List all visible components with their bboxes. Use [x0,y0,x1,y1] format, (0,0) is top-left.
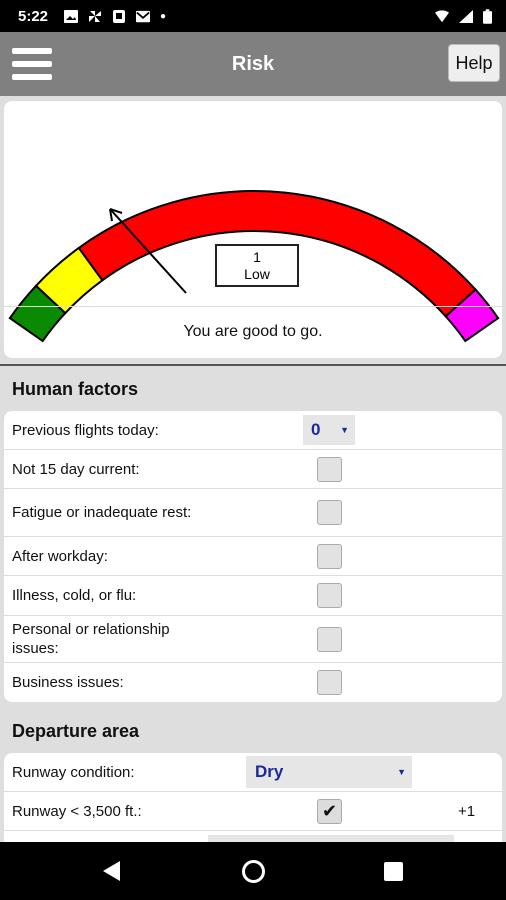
status-time: 5:22 [18,7,49,25]
illness-checkbox[interactable] [317,583,342,608]
row-runway-length: Runway < 3,500 ft.: ✔ +1 [4,792,502,831]
checkmark-icon: ✔ [321,800,338,821]
row-label: Personal or relationship issues: [12,621,170,657]
row-personal-issues: Personal or relationship issues: [4,616,502,663]
row-label: Runway condition: [12,763,135,781]
image-notification-icon [64,9,79,23]
app-bar: Risk Help [0,32,506,96]
row-label: Not 15 day current: [12,460,140,478]
risk-message: You are good to go. [183,323,323,340]
section-header-human-factors: Human factors [12,379,139,399]
help-button[interactable]: Help [448,44,500,82]
section-separator [0,364,506,366]
personal-issues-checkbox[interactable] [317,626,342,652]
page-title: Risk [231,52,275,75]
departure-area-card: Runway condition: Dry ▼ Runway < 3,500 f… [4,753,502,848]
risk-level-number: 1 [253,249,261,265]
risk-level-box: 1 Low [215,244,299,287]
divider [4,306,502,307]
home-icon[interactable] [242,860,265,883]
risk-points: +1 [458,802,476,820]
status-bar: 5:22 ● [0,0,506,32]
dropdown-arrow-icon: ▼ [397,767,406,777]
wifi-icon [435,9,449,22]
business-issues-checkbox[interactable] [317,670,342,695]
dropdown-arrow-icon: ▼ [340,425,349,435]
recent-apps-icon[interactable] [384,862,403,881]
more-notifications-icon: ● [160,10,167,22]
row-runway-condition: Runway condition: Dry ▼ [4,753,502,792]
not-15-day-current-checkbox[interactable] [317,456,342,482]
row-illness: Illness, cold, or flu: [4,576,502,616]
row-business-issues: Business issues: [4,663,502,702]
risk-level-label: Low [244,266,270,282]
navigation-bar [0,842,506,900]
hamburger-menu-icon[interactable] [12,48,52,80]
row-label: Fatigue or inadequate rest: [12,504,192,521]
runway-length-checkbox[interactable]: ✔ [317,798,342,824]
previous-flights-select[interactable]: 0 ▼ [303,415,355,445]
row-label: Previous flights today: [12,421,159,439]
row-label: Illness, cold, or flu: [12,587,137,604]
risk-gauge [8,190,500,343]
select-value: Dry [255,762,284,781]
row-after-workday: After workday: [4,537,502,576]
row-previous-flights: Previous flights today: 0 ▼ [4,411,502,450]
back-icon[interactable] [103,861,120,881]
row-label: After workday: [12,547,108,565]
select-value: 0 [311,420,321,439]
pinwheel-icon [89,10,102,22]
human-factors-card: Previous flights today: 0 ▼ Not 15 day c… [4,411,502,702]
fatigue-checkbox[interactable] [317,500,342,525]
runway-condition-select[interactable]: Dry ▼ [246,756,412,788]
after-workday-checkbox[interactable] [317,543,342,569]
battery-icon [483,8,492,24]
row-fatigue: Fatigue or inadequate rest: [4,489,502,537]
row-label: Business issues: [12,674,124,691]
risk-gauge-card: 1 Low You are good to go. [4,101,502,358]
mail-icon [136,10,151,22]
row-not-15-day-current: Not 15 day current: [4,450,502,489]
signal-icon [459,9,473,23]
app-notification-icon [113,9,126,23]
row-label: Runway < 3,500 ft.: [12,802,142,820]
section-header-departure-area: Departure area [12,721,140,741]
